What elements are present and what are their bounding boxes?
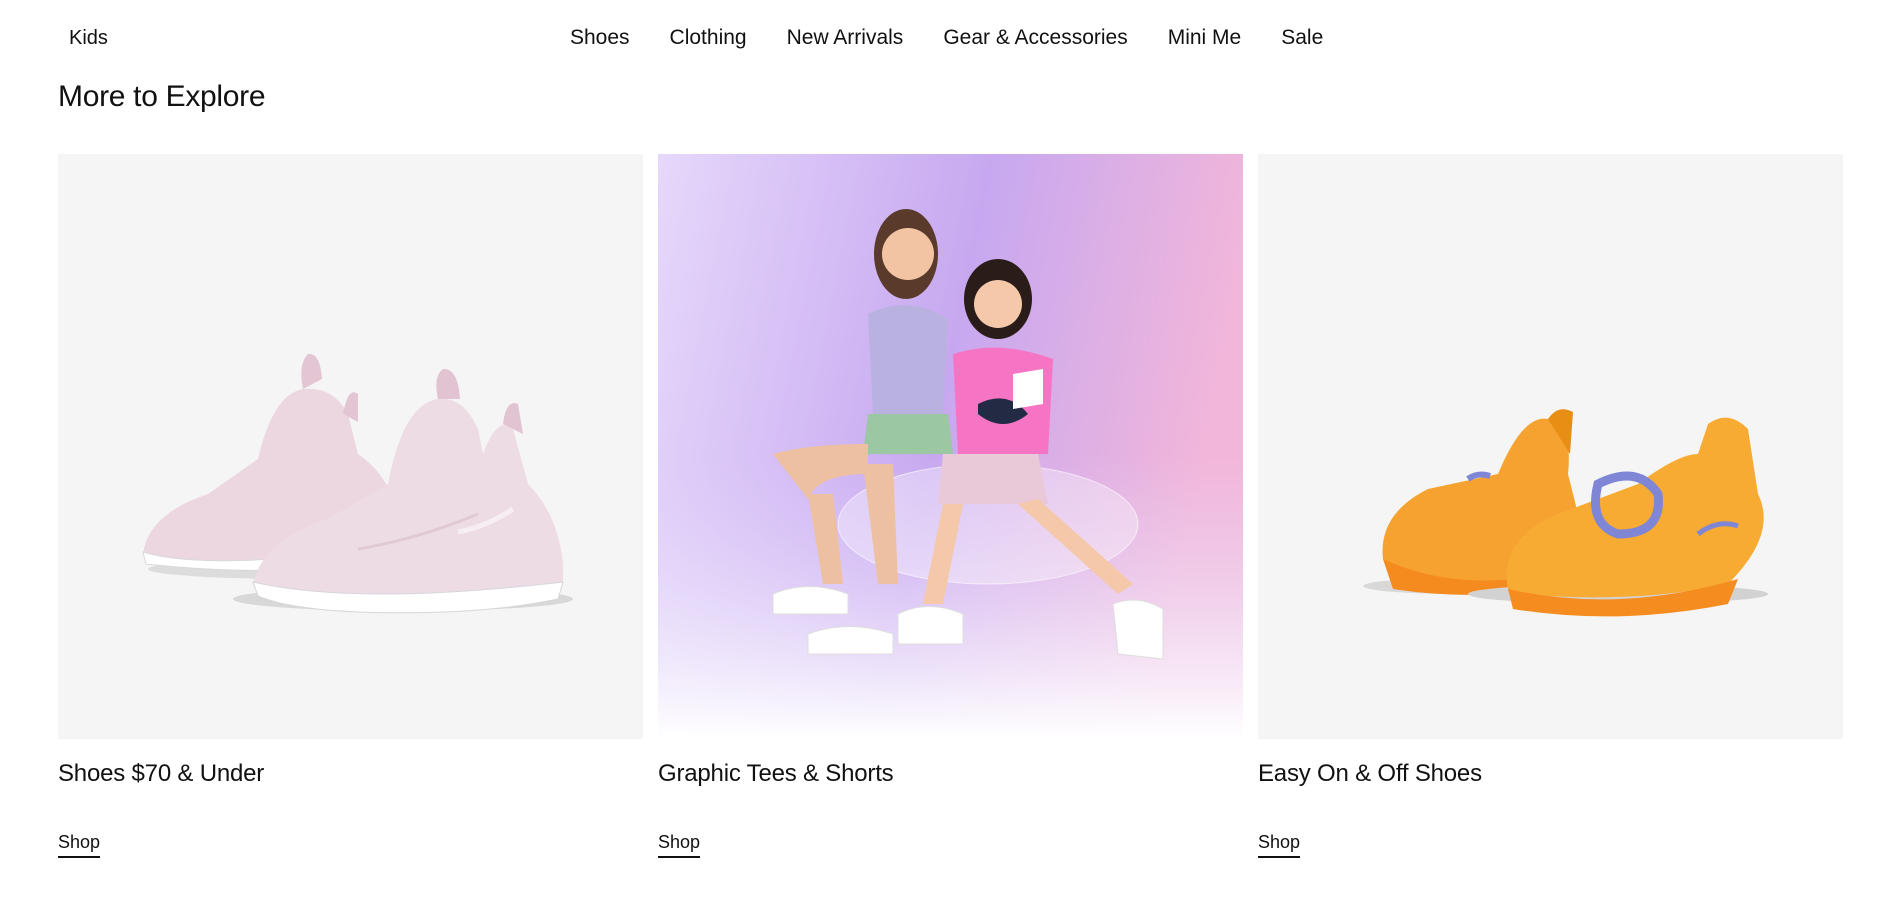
main-menu: Shoes Clothing New Arrivals Gear & Acces… [570, 26, 1323, 50]
explore-card[interactable]: Easy On & Off Shoes Shop [1258, 154, 1843, 858]
explore-card[interactable]: Shoes $70 & Under Shop [58, 154, 643, 858]
menu-item-sale[interactable]: Sale [1281, 26, 1323, 50]
card-title: Shoes $70 & Under [58, 760, 265, 787]
orange-toddler-shoes-image[interactable] [1258, 154, 1843, 739]
menu-item-new-arrivals[interactable]: New Arrivals [787, 26, 904, 50]
card-title: Easy On & Off Shoes [1258, 760, 1482, 787]
explore-card[interactable]: Graphic Tees & Shorts Shop [658, 154, 1243, 858]
menu-item-shoes[interactable]: Shoes [570, 26, 630, 50]
menu-item-clothing[interactable]: Clothing [670, 26, 747, 50]
section-title: More to Explore [58, 80, 266, 113]
top-navigation: Kids Shoes Clothing New Arrivals Gear & … [0, 0, 1888, 76]
menu-item-mini-me[interactable]: Mini Me [1168, 26, 1242, 50]
card-title: Graphic Tees & Shorts [658, 760, 894, 787]
brand-label[interactable]: Kids [69, 27, 108, 50]
shop-link[interactable]: Shop [658, 832, 701, 858]
shop-link[interactable]: Shop [58, 832, 101, 858]
menu-item-gear-accessories[interactable]: Gear & Accessories [943, 26, 1127, 50]
pink-shoes-image[interactable] [58, 154, 643, 739]
girls-graphic-tees-image[interactable] [658, 154, 1243, 739]
shop-link[interactable]: Shop [1258, 832, 1301, 858]
explore-cards: Shoes $70 & Under Shop Graphic Tees & Sh… [58, 154, 1843, 858]
